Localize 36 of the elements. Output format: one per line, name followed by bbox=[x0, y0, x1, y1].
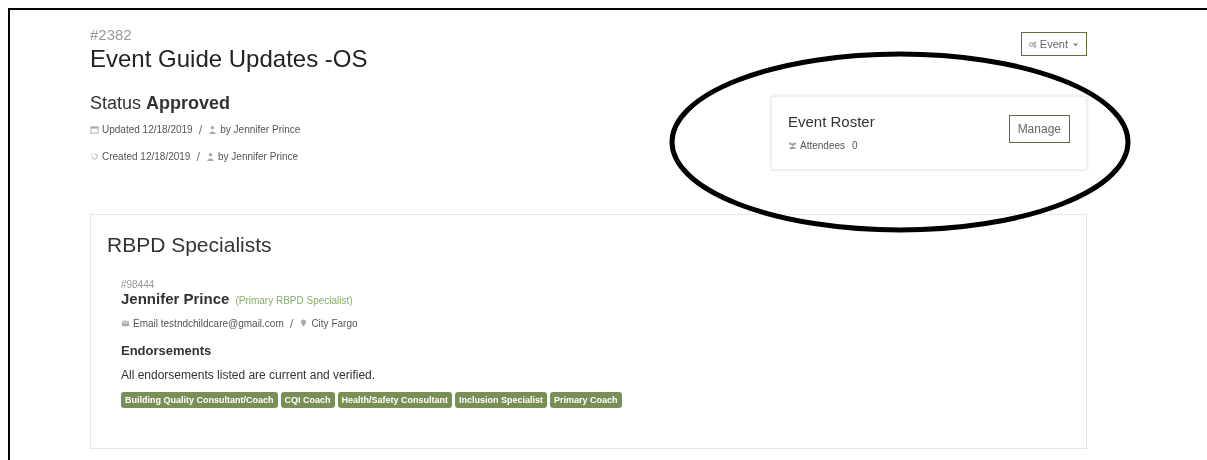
city-text: City Fargo bbox=[311, 318, 358, 329]
specialist-role: (Primary RBPD Specialist) bbox=[235, 295, 353, 306]
meta-author: by Jennifer Prince bbox=[218, 151, 299, 162]
endorsement-tag: Building Quality Consultant/Coach bbox=[121, 392, 278, 408]
group-icon bbox=[788, 141, 797, 150]
envelope-icon bbox=[121, 319, 130, 328]
attendees-count: 0 bbox=[852, 140, 858, 151]
event-title: Event Guide Updates -OS bbox=[90, 45, 368, 73]
separator: / bbox=[196, 149, 201, 164]
specialist-name: Jennifer Prince bbox=[121, 290, 230, 307]
meta-date: Updated 12/18/2019 bbox=[102, 124, 193, 135]
separator: / bbox=[198, 122, 203, 137]
endorsement-tag: CQI Coach bbox=[280, 392, 335, 408]
meta-author: by Jennifer Prince bbox=[220, 124, 301, 135]
endorsements-note: All endorsements listed are current and verified. bbox=[121, 368, 377, 382]
manage-button[interactable]: Manage bbox=[1008, 115, 1070, 143]
user-icon bbox=[206, 152, 216, 161]
endorsements-title: Endorsements bbox=[121, 343, 213, 358]
gears-icon bbox=[1027, 39, 1037, 49]
specialist-number: #98444 bbox=[121, 279, 156, 290]
panel-title: RBPD Specialists bbox=[107, 233, 273, 257]
endorsement-tag: Inclusion Specialist bbox=[455, 392, 548, 408]
separator: / bbox=[289, 316, 294, 331]
endorsement-tag: Primary Coach bbox=[550, 392, 622, 408]
attendees-label: Attendees bbox=[800, 140, 846, 151]
email-text: Email testndchildcare@gmail.com bbox=[133, 318, 284, 329]
pin-icon bbox=[299, 319, 309, 328]
endorsement-tag: Health/Safety Consultant bbox=[337, 392, 453, 408]
history-icon bbox=[90, 152, 99, 161]
meta-date: Created 12/18/2019 bbox=[102, 151, 191, 162]
status-line: Status Approved bbox=[90, 93, 232, 114]
event-number: #2382 bbox=[90, 26, 133, 43]
event-menu-button[interactable]: Event bbox=[1020, 32, 1087, 56]
roster-title: Event Roster bbox=[788, 113, 875, 130]
user-icon bbox=[208, 125, 218, 134]
calendar-icon bbox=[90, 125, 99, 134]
